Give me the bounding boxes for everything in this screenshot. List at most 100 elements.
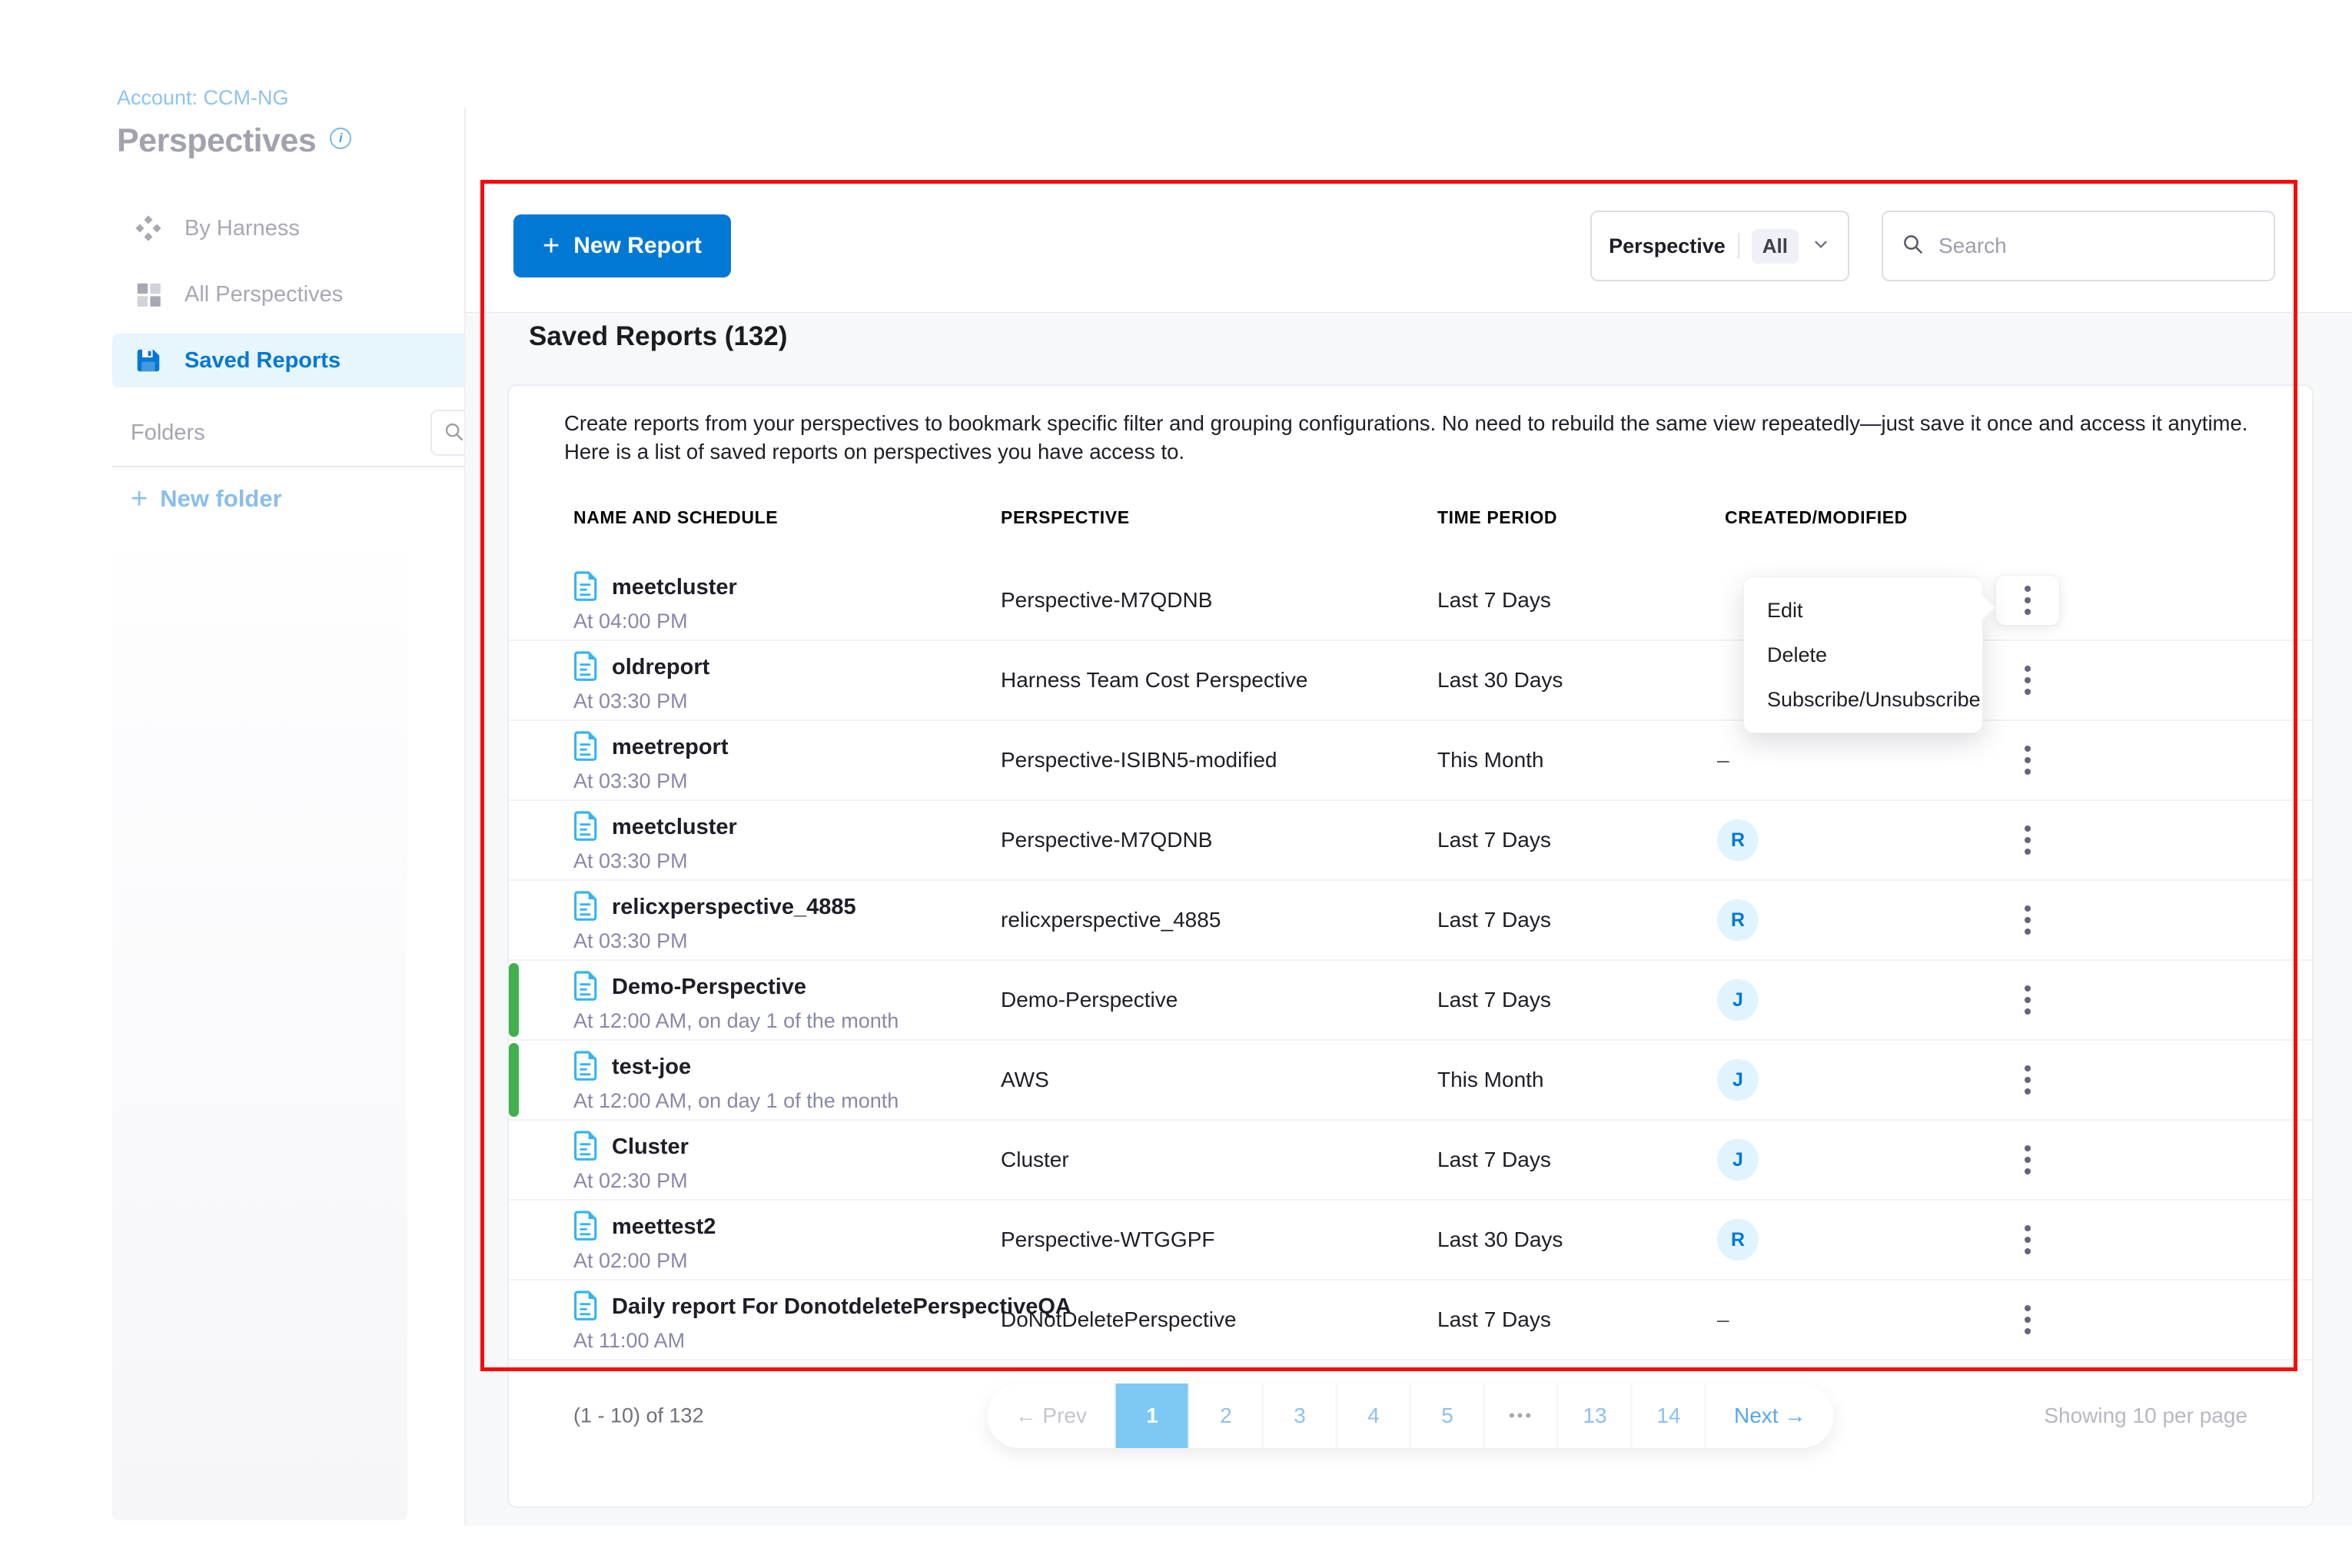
report-schedule: At 02:30 PM [573,1169,689,1193]
report-name: Demo-Perspective [612,975,806,1000]
divider [1738,233,1739,259]
table-row[interactable]: test-joeAt 12:00 AM, on day 1 of the mon… [509,1041,2312,1121]
menu-item-subscribe-unsubscribe[interactable]: Subscribe/Unsubscribe [1744,677,1982,722]
prev-page-button[interactable]: ← Prev [988,1384,1115,1448]
created-modified-cell: J [1717,979,1759,1021]
search-icon [443,421,465,445]
report-name: meettest2 [612,1214,716,1240]
kebab-menu-icon[interactable] [2015,1056,2040,1104]
name-and-schedule-cell: relicxperspective_4885At 03:30 PM [573,890,856,953]
kebab-menu-icon[interactable] [2015,1216,2040,1264]
search-input[interactable] [1938,234,2255,258]
sidebar-item-label: All Perspectives [184,282,343,307]
next-page-button[interactable]: Next → [1705,1384,1833,1448]
kebab-menu-icon[interactable] [2015,736,2040,784]
new-folder-button[interactable]: + New folder [112,484,478,513]
column-header: NAME AND SCHEDULE [573,507,778,528]
sidebar-item-saved-reports[interactable]: Saved Reports [112,334,478,387]
new-folder-label: New folder [160,485,281,513]
perspective-cell: Cluster [1001,1148,1069,1172]
time-period-cell: Last 7 Days [1437,588,1551,613]
table-row[interactable]: Demo-Perspective At 12:00 AM, on day 1 of… [509,961,2312,1041]
row-menu-cell [1995,656,2060,704]
report-schedule: At 04:00 PM [573,610,737,633]
kebab-menu-icon[interactable] [2015,1136,2040,1184]
folders-list-placeholder [112,552,407,1520]
page-button[interactable]: 3 [1262,1384,1336,1448]
page-button[interactable]: 1 [1115,1384,1188,1448]
avatar: J [1717,979,1759,1021]
plus-icon: + [131,484,148,513]
toolbar: + New Report Perspective All [466,180,2352,314]
avatar: J [1717,1059,1759,1101]
report-doc-icon [573,1210,600,1244]
table-row[interactable]: oldreportAt 03:30 PMHarness Team Cost Pe… [509,641,2312,721]
sidebar-item-by-harness[interactable]: By Harness [112,201,478,255]
report-schedule: At 12:00 AM, on day 1 of the month [573,1009,899,1033]
table-row[interactable]: meetclusterAt 03:30 PMPerspective-M7QDNB… [509,801,2312,881]
page-button[interactable]: 2 [1188,1384,1262,1448]
per-page-label: Showing 10 per page [2044,1404,2247,1428]
report-doc-icon [573,1290,600,1324]
perspective-cell: Harness Team Cost Perspective [1001,668,1307,693]
perspective-cell: Perspective-ISIBN5-modified [1001,748,1277,772]
name-and-schedule-cell: meetcluster At 04:00 PM [573,570,737,633]
kebab-menu-icon[interactable] [1995,575,2060,626]
no-modifier-dash: – [1717,748,1729,772]
search-box[interactable] [1882,211,2275,281]
report-schedule: At 11:00 AM [573,1329,1071,1353]
row-menu-cell [1995,1136,2060,1184]
created-modified-cell: – [1717,1307,1729,1332]
breadcrumb-account: Account: CCM-NG [117,86,351,110]
kebab-menu-icon[interactable] [2015,1296,2040,1344]
report-doc-icon [573,1050,600,1085]
schedule-active-indicator [509,1043,519,1117]
created-modified-cell: J [1717,1059,1759,1101]
menu-item-edit[interactable]: Edit [1744,588,1982,633]
report-doc-icon [573,970,600,1005]
kebab-menu-icon[interactable] [2015,976,2040,1024]
table-row[interactable]: ClusterAt 02:30 PMClusterLast 7 DaysJ [509,1121,2312,1201]
folders-label: Folders [131,420,205,446]
report-name: meetcluster [612,575,737,600]
table-row[interactable]: relicxperspective_4885At 03:30 PMrelicxp… [509,881,2312,961]
page-button[interactable]: 14 [1631,1384,1705,1448]
report-schedule: At 03:30 PM [573,929,856,953]
avatar: R [1717,819,1759,861]
page-button[interactable]: 13 [1557,1384,1631,1448]
time-period-cell: Last 7 Days [1437,1307,1551,1332]
report-doc-icon [573,570,600,605]
page-button[interactable]: 4 [1336,1384,1410,1448]
filter-label: Perspective [1609,234,1726,258]
name-and-schedule-cell: meettest2At 02:00 PM [573,1210,716,1273]
perspective-cell: Perspective-M7QDNB [1001,588,1212,613]
page: Account: CCM-NG Perspectives By Harness A… [0,0,2352,1568]
sidebar-item-all-perspectives[interactable]: All Perspectives [112,267,478,321]
time-period-cell: Last 7 Days [1437,1148,1551,1172]
sidebar-item-label: By Harness [184,216,300,241]
row-menu-cell [1995,896,2060,944]
name-and-schedule-cell: test-joeAt 12:00 AM, on day 1 of the mon… [573,1050,899,1113]
new-report-button[interactable]: + New Report [513,214,731,277]
column-header: CREATED/MODIFIED [1725,507,1908,528]
report-name: test-joe [612,1055,691,1080]
harness-icon [134,214,163,243]
table-row[interactable]: meettest2At 02:00 PMPerspective-WTGGPFLa… [509,1201,2312,1281]
table-row[interactable]: meetcluster At 04:00 PM Perspective-M7QDNB… [509,561,2312,641]
kebab-menu-icon[interactable] [2015,656,2040,704]
save-icon [134,346,163,375]
page-title: Perspectives [117,122,316,160]
table-row[interactable]: Daily report For DonotdeletePerspectiveQ… [509,1281,2312,1360]
row-menu-cell [1995,575,2060,626]
info-icon[interactable] [330,128,351,149]
table-row[interactable]: meetreportAt 03:30 PMPerspective-ISIBN5-… [509,721,2312,801]
kebab-menu-icon[interactable] [2015,896,2040,944]
page-button[interactable]: 5 [1410,1384,1483,1448]
perspective-filter-dropdown[interactable]: Perspective All [1590,211,1849,281]
avatar: J [1717,1139,1759,1181]
kebab-menu-icon[interactable] [2015,816,2040,864]
divider [112,466,478,467]
perspective-cell: Perspective-WTGGPF [1001,1227,1214,1252]
menu-item-delete[interactable]: Delete [1744,633,1982,677]
report-schedule: At 03:30 PM [573,849,737,873]
